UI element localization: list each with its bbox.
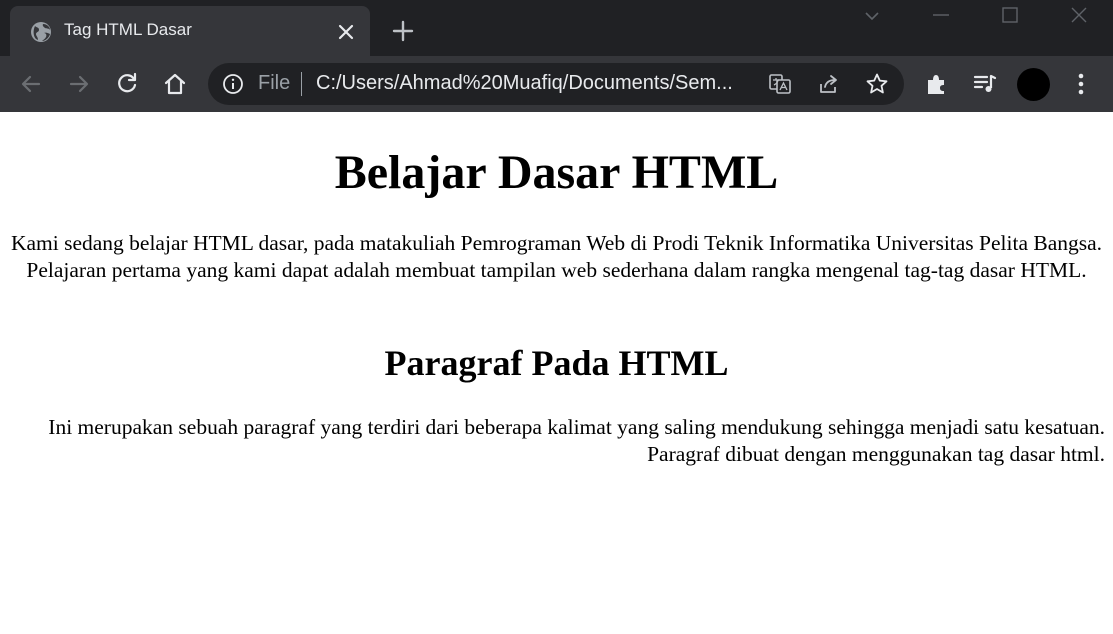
body-paragraph: Ini merupakan sebuah paragraf yang terdi… [48,415,1105,466]
maximize-icon[interactable] [996,2,1024,30]
site-info-icon[interactable] [222,73,244,95]
globe-icon [30,21,52,43]
browser-toolbar: File C:/Users/Ahmad%20Muafiq/Documents/S… [0,56,1113,112]
media-queue-icon[interactable] [972,71,998,97]
back-arrow-icon[interactable] [18,71,44,97]
bookmark-star-icon[interactable] [865,72,889,96]
browser-tab[interactable]: Tag HTML Dasar [10,6,370,56]
profile-avatar[interactable] [1017,68,1050,101]
menu-kebab-icon[interactable] [1068,71,1094,97]
window-close-icon[interactable] [1065,2,1093,30]
reload-icon[interactable] [114,71,140,97]
share-icon[interactable] [817,72,841,96]
section-heading: Paragraf Pada HTML [384,343,729,383]
extensions-puzzle-icon[interactable] [924,71,950,97]
minimize-icon[interactable] [927,2,955,30]
tab-search-chevron-icon[interactable] [858,2,886,30]
home-icon[interactable] [162,71,188,97]
address-bar[interactable]: File C:/Users/Ahmad%20Muafiq/Documents/S… [208,63,904,105]
page-viewport: Belajar Dasar HTML Kami sedang belajar H… [0,112,1113,634]
close-tab-icon[interactable] [334,20,358,44]
translate-icon[interactable] [768,72,792,96]
tab-title: Tag HTML Dasar [64,20,192,39]
page-heading: Belajar Dasar HTML [334,146,779,199]
intro-paragraph: Kami sedang belajar HTML dasar, pada mat… [10,231,1103,282]
address-separator [301,72,302,96]
url-scheme-label: File [258,72,291,94]
new-tab-plus-icon[interactable] [390,18,416,44]
forward-arrow-icon[interactable] [66,71,92,97]
url-text[interactable]: C:/Users/Ahmad%20Muafiq/Documents/Sem... [316,72,756,95]
tab-strip: Tag HTML Dasar [0,0,1113,56]
